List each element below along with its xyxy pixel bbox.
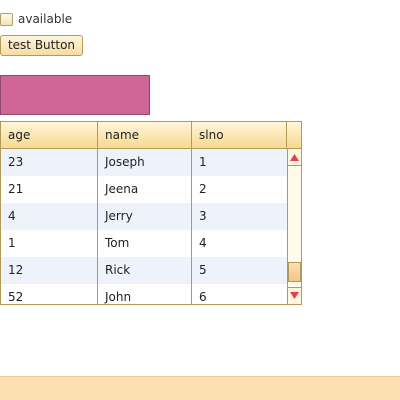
data-grid: age name slno 23 Joseph 1 21 Jeena 2 4 J…	[0, 121, 302, 305]
cell-name: Rick	[98, 257, 192, 284]
scroll-thumb[interactable]	[288, 262, 301, 282]
cell-age: 1	[1, 230, 98, 257]
table-row[interactable]: 12 Rick 5	[1, 257, 287, 284]
column-header-name[interactable]: name	[98, 122, 192, 148]
available-checkbox-label: available	[18, 12, 73, 26]
cell-age: 52	[1, 284, 98, 304]
cell-name: Jeena	[98, 176, 192, 203]
cell-slno: 2	[199, 182, 207, 196]
vertical-scrollbar[interactable]	[287, 149, 301, 304]
cell-slno: 4	[199, 236, 207, 250]
page: available test Button age name slno 23 J…	[0, 0, 400, 400]
available-checkbox-row[interactable]: available	[0, 12, 72, 26]
cell-age: 12	[1, 257, 98, 284]
header-corner	[287, 122, 301, 148]
table-row[interactable]: 21 Jeena 2	[1, 176, 287, 203]
arrow-up-icon	[290, 154, 299, 161]
color-panel	[0, 75, 150, 115]
grid-header: age name slno	[1, 122, 301, 149]
cell-name: Tom	[98, 230, 192, 257]
cell-slno: 6	[199, 290, 207, 304]
test-button[interactable]: test Button	[0, 35, 83, 56]
cell-age: 21	[1, 176, 98, 203]
scroll-down-button[interactable]	[288, 289, 301, 302]
cell-age: 4	[1, 203, 98, 230]
column-header-age[interactable]: age	[1, 122, 98, 148]
scroll-up-button[interactable]	[288, 151, 301, 164]
arrow-down-icon	[290, 292, 299, 299]
cell-slno: 5	[199, 263, 207, 277]
footer-bar	[0, 376, 400, 400]
scroll-track[interactable]	[288, 165, 301, 288]
cell-name: John	[98, 284, 192, 304]
cell-slno: 3	[199, 209, 207, 223]
column-header-slno[interactable]: slno	[192, 122, 287, 148]
table-row[interactable]: 4 Jerry 3	[1, 203, 287, 230]
available-checkbox[interactable]	[0, 12, 13, 26]
grid-body: 23 Joseph 1 21 Jeena 2 4 Jerry 3 1 Tom 4…	[1, 149, 287, 304]
cell-name: Joseph	[98, 149, 192, 176]
table-row[interactable]: 52 John 6	[1, 284, 287, 304]
table-row[interactable]: 23 Joseph 1	[1, 149, 287, 176]
table-row[interactable]: 1 Tom 4	[1, 230, 287, 257]
cell-age: 23	[1, 149, 98, 176]
cell-name: Jerry	[98, 203, 192, 230]
cell-slno: 1	[199, 155, 207, 169]
